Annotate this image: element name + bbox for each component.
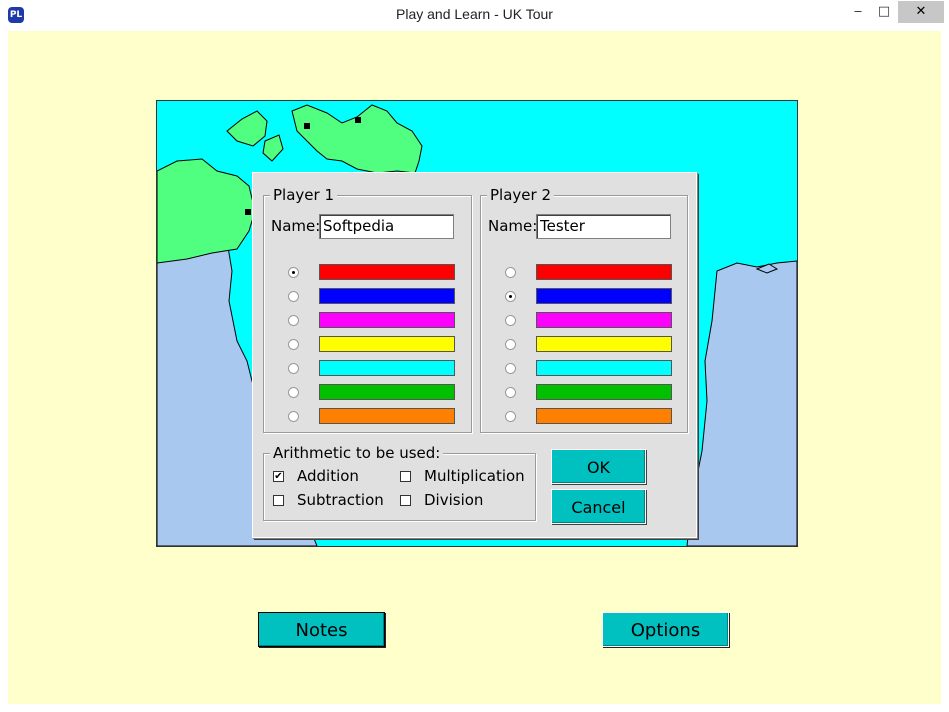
title-bar: PL Play and Learn - UK Tour ‒ □ ✕ [0, 0, 949, 31]
player1-color-swatch[interactable] [319, 384, 455, 400]
window-frame-right [941, 31, 949, 712]
city-marker [304, 123, 310, 129]
notes-button[interactable]: Notes [258, 612, 385, 647]
close-button[interactable]: ✕ [898, 1, 944, 23]
player1-color-radio[interactable] [288, 267, 299, 278]
player1-group: Player 1 Name: Softpedia [263, 186, 472, 433]
player1-color-swatch[interactable] [319, 360, 455, 376]
city-marker [355, 117, 361, 123]
player2-color-radio[interactable] [505, 291, 516, 302]
minimize-button[interactable]: ‒ [846, 1, 870, 23]
player2-color-radio[interactable] [505, 363, 516, 374]
addition-label: Addition [297, 467, 359, 485]
player2-color-radio[interactable] [505, 315, 516, 326]
player1-color-swatch[interactable] [319, 408, 455, 424]
player2-color-radio[interactable] [505, 267, 516, 278]
player1-name-input[interactable]: Softpedia [319, 214, 454, 239]
maximize-button[interactable]: □ [872, 1, 896, 23]
division-checkbox[interactable] [400, 495, 411, 506]
player1-color-radio[interactable] [288, 291, 299, 302]
player2-title: Player 2 [487, 186, 554, 204]
city-marker [245, 209, 251, 215]
player2-color-radio[interactable] [505, 387, 516, 398]
player2-color-swatch[interactable] [536, 384, 672, 400]
options-button[interactable]: Options [602, 612, 729, 647]
window-frame-left [0, 31, 8, 712]
player1-color-swatch[interactable] [319, 264, 455, 280]
player1-name-label: Name: [271, 217, 321, 235]
ok-button[interactable]: OK [551, 449, 646, 484]
player1-color-swatch[interactable] [319, 312, 455, 328]
subtraction-label: Subtraction [297, 491, 384, 509]
arithmetic-title: Arithmetic to be used: [270, 444, 444, 462]
multiplication-checkbox[interactable] [400, 471, 411, 482]
europe-landmass [686, 260, 797, 546]
player1-color-swatch[interactable] [319, 336, 455, 352]
multiplication-label: Multiplication [424, 467, 525, 485]
player2-color-swatch[interactable] [536, 408, 672, 424]
player2-name-input[interactable]: Tester [536, 214, 671, 239]
cancel-button[interactable]: Cancel [551, 489, 646, 524]
addition-checkbox[interactable]: ✔ [273, 471, 284, 482]
scotland-island-small [262, 134, 284, 162]
player2-color-swatch[interactable] [536, 312, 672, 328]
player1-color-radio[interactable] [288, 411, 299, 422]
player2-color-radio[interactable] [505, 411, 516, 422]
player2-color-swatch[interactable] [536, 336, 672, 352]
division-label: Division [424, 491, 484, 509]
player-setup-dialog: Player 1 Name: Softpedia Player 2 Name: … [252, 172, 697, 538]
scotland-islands [226, 110, 268, 147]
player2-color-swatch[interactable] [536, 288, 672, 304]
player2-name-label: Name: [488, 217, 538, 235]
player2-group: Player 2 Name: Tester [480, 186, 688, 433]
northern-ireland-landmass [157, 158, 256, 264]
arithmetic-group: Arithmetic to be used: ✔ Addition Multip… [263, 444, 536, 521]
player2-color-radio[interactable] [505, 339, 516, 350]
player1-color-swatch[interactable] [319, 288, 455, 304]
player1-color-radio[interactable] [288, 363, 299, 374]
player2-color-swatch[interactable] [536, 264, 672, 280]
scotland-landmass [291, 104, 423, 174]
subtraction-checkbox[interactable] [273, 495, 284, 506]
window-title: Play and Learn - UK Tour [396, 6, 553, 22]
player1-color-radio[interactable] [288, 387, 299, 398]
player2-color-swatch[interactable] [536, 360, 672, 376]
player1-title: Player 1 [270, 186, 337, 204]
player1-color-radio[interactable] [288, 339, 299, 350]
player1-color-radio[interactable] [288, 315, 299, 326]
